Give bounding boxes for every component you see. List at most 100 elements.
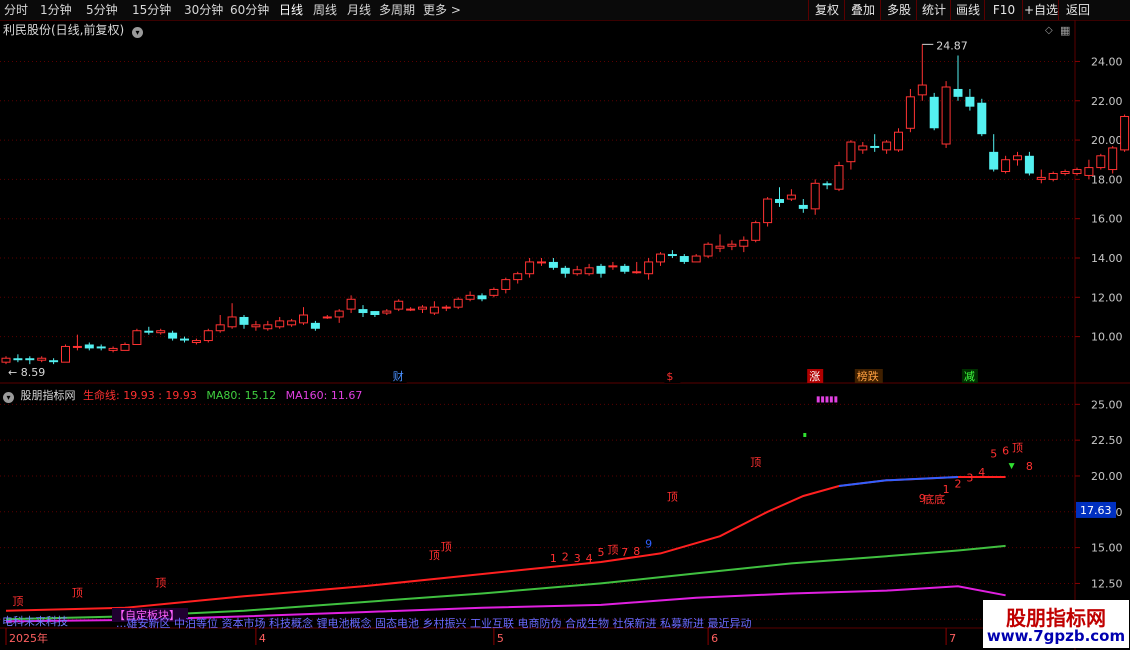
candle-body-4 — [49, 360, 59, 363]
diamond-icon: ◇ — [1045, 25, 1053, 36]
period-tab-1[interactable]: 1分钟 — [40, 0, 72, 20]
candle-body-9 — [108, 347, 118, 351]
candle-66 — [786, 189, 796, 201]
toolbar-button-5[interactable]: F10 — [984, 0, 1023, 20]
y-tick-main-7: 24.00 — [1091, 55, 1123, 68]
candle-25 — [299, 307, 308, 325]
period-toolbar: 分时 1分钟 5分钟 15分钟 30分钟 60分钟 日线 周线 月线 多周期 更多 > 复权 叠加 多股统… — [0, 0, 1130, 21]
candle-body-57 — [679, 256, 689, 262]
candle-body-47 — [560, 267, 570, 274]
signal-label-21: 底底 — [923, 492, 945, 506]
candle-45 — [537, 258, 546, 266]
candle-19 — [227, 303, 237, 329]
candle-body-25 — [299, 314, 308, 324]
period-tab-7[interactable]: 周线 — [313, 0, 337, 20]
candle-60 — [715, 234, 725, 253]
watermark-logo: 股朋指标网 www.7gpzb.com — [983, 600, 1129, 648]
candle-56 — [667, 250, 677, 258]
candle-body-42 — [501, 279, 511, 290]
candle-31 — [370, 311, 380, 317]
candle-body-91 — [1084, 167, 1094, 176]
candle-20 — [239, 315, 249, 329]
toolbar-button-3[interactable]: 统计 — [916, 0, 951, 20]
toolbar-button-7[interactable]: 返回 — [1058, 0, 1097, 20]
period-tab-8[interactable]: 月线 — [347, 0, 371, 20]
period-tab-5[interactable]: 60分钟 — [230, 0, 269, 20]
candle-body-29 — [346, 298, 356, 310]
candle-body-90 — [1072, 169, 1082, 174]
candle-92 — [1096, 153, 1106, 170]
high-price-label: 24.87 — [936, 39, 968, 52]
candle-37 — [441, 305, 451, 312]
candle-body-2 — [25, 358, 35, 361]
candle-body-20 — [239, 316, 249, 325]
candle-body-35 — [418, 306, 427, 310]
candle-body-34 — [406, 308, 416, 311]
signal-label-8: 4 — [586, 552, 593, 565]
candle-body-53 — [632, 271, 642, 274]
candle-36 — [429, 301, 439, 315]
toolbar-button-0[interactable]: 复权 — [808, 0, 845, 20]
candle-body-26 — [310, 322, 320, 329]
candle-50 — [596, 263, 606, 278]
candle-77 — [917, 44, 927, 101]
candle-2 — [25, 356, 35, 365]
toolbar-button-2[interactable]: 多股 — [880, 0, 917, 20]
candle-body-6 — [72, 345, 82, 348]
candle-40 — [477, 293, 487, 302]
toolbar-button-1[interactable]: 叠加 — [844, 0, 881, 20]
candle-body-74 — [882, 141, 892, 151]
candle-26 — [310, 320, 320, 331]
candle-body-76 — [905, 96, 915, 129]
candle-body-85 — [1013, 155, 1022, 161]
period-tab-9[interactable]: 多周期 — [379, 0, 415, 20]
signal-label-18: 3 — [966, 472, 973, 485]
candle-48 — [572, 265, 582, 276]
signal-label-17: 2 — [955, 477, 962, 490]
y-tick-main-2: 14.00 — [1091, 252, 1123, 265]
period-tab-0[interactable]: 分时 — [4, 0, 28, 20]
candle-body-19 — [227, 316, 237, 328]
candle-70 — [834, 161, 844, 192]
period-tab-2[interactable]: 5分钟 — [86, 0, 118, 20]
candle-43 — [513, 271, 523, 284]
candle-65 — [775, 187, 784, 207]
period-tab-6[interactable]: 日线 — [279, 0, 303, 20]
toolbar-button-4[interactable]: 画线 — [950, 0, 985, 20]
candle-body-88 — [1048, 172, 1058, 180]
candle-body-51 — [608, 265, 618, 268]
candle-body-11 — [132, 330, 142, 345]
toolbar-button-6[interactable]: +自选 — [1022, 0, 1059, 20]
candle-body-78 — [929, 96, 939, 129]
candle-body-52 — [620, 265, 630, 272]
y-tick-ind-6: 25.00 — [1091, 398, 1123, 411]
candle-body-73 — [870, 145, 880, 148]
period-tab-10[interactable]: 更多 > — [423, 0, 461, 20]
candle-body-40 — [477, 295, 487, 300]
candle-body-75 — [894, 131, 903, 151]
candle-53 — [632, 261, 642, 274]
event-marker-2: 涨 — [809, 370, 820, 383]
candle-86 — [1024, 151, 1034, 176]
candle-body-64 — [763, 198, 773, 224]
x-tick-label-1: 4 — [259, 632, 266, 645]
y-tick-main-3: 16.00 — [1091, 213, 1123, 226]
candle-body-44 — [525, 261, 535, 275]
y-tick-main-0: 10.00 — [1091, 331, 1123, 344]
candle-body-15 — [180, 338, 189, 341]
candle-22 — [263, 320, 273, 331]
candle-68 — [810, 179, 820, 215]
life-line-blue-segment — [838, 476, 959, 487]
grid-icon: ▦ — [1060, 24, 1070, 37]
candle-39 — [465, 291, 475, 302]
y-tick-main-1: 12.00 — [1091, 291, 1123, 304]
candle-42 — [501, 277, 511, 294]
candle-body-12 — [144, 330, 154, 333]
candle-body-70 — [834, 165, 844, 190]
candle-33 — [394, 299, 404, 312]
period-tab-4[interactable]: 30分钟 — [184, 0, 223, 20]
candle-21 — [251, 320, 261, 331]
x-tick-label-2: 5 — [497, 632, 504, 645]
signal-label-5: 1 — [550, 552, 557, 565]
period-tab-3[interactable]: 15分钟 — [132, 0, 171, 20]
